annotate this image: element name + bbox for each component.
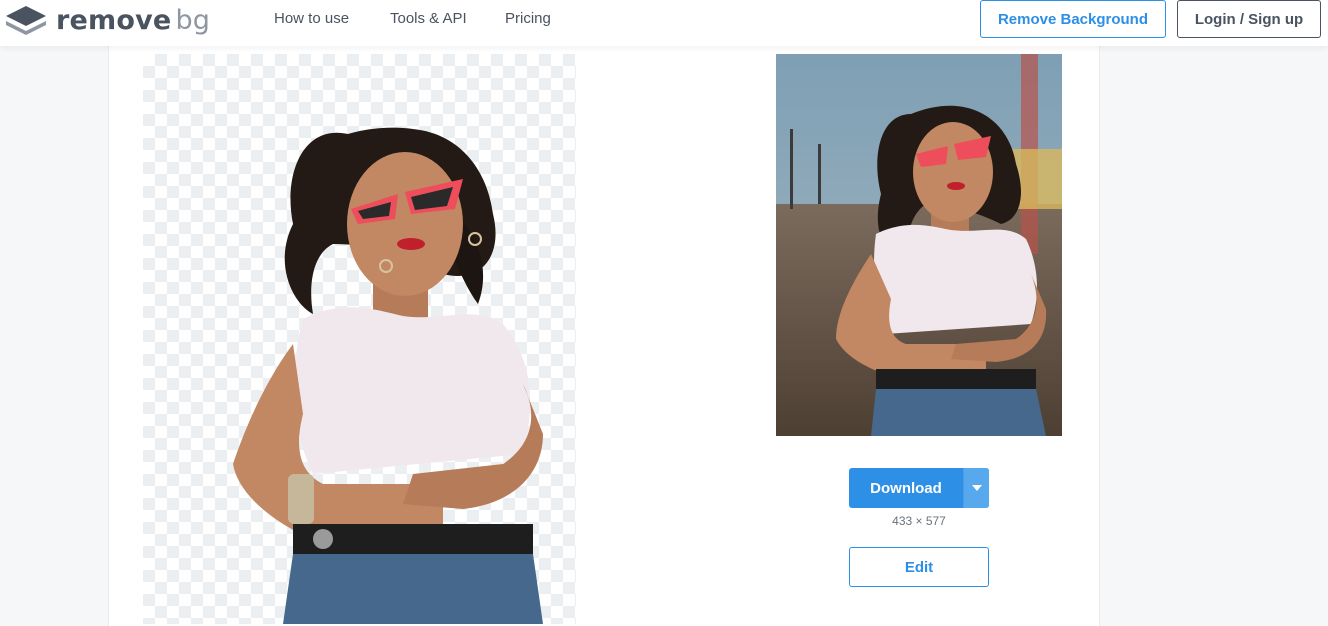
- nav-how-to-use[interactable]: How to use: [274, 0, 349, 38]
- logo-text-remove: remove: [56, 4, 172, 36]
- nav-pricing[interactable]: Pricing: [505, 0, 551, 38]
- original-image: [776, 54, 1062, 436]
- edit-button[interactable]: Edit: [849, 547, 989, 587]
- remove-background-button[interactable]: Remove Background: [980, 0, 1166, 38]
- layers-icon: [6, 6, 46, 35]
- logo-wordmark: remove bg: [56, 5, 210, 36]
- image-dimensions: 433 × 577: [892, 514, 946, 528]
- nav-tools-api[interactable]: Tools & API: [390, 0, 467, 38]
- top-navigation: remove bg How to use Tools & API Pricing …: [0, 0, 1328, 46]
- login-signup-button[interactable]: Login / Sign up: [1177, 0, 1321, 38]
- download-options-button[interactable]: [963, 468, 989, 508]
- download-button[interactable]: Download: [849, 468, 989, 508]
- logo[interactable]: remove bg: [4, 4, 210, 36]
- logo-text-bg: bg: [175, 4, 211, 36]
- original-photo: [776, 54, 1062, 436]
- person-cutout: [233, 127, 543, 624]
- caret-down-icon: [971, 485, 982, 491]
- download-label[interactable]: Download: [849, 468, 963, 508]
- result-image: [143, 54, 576, 624]
